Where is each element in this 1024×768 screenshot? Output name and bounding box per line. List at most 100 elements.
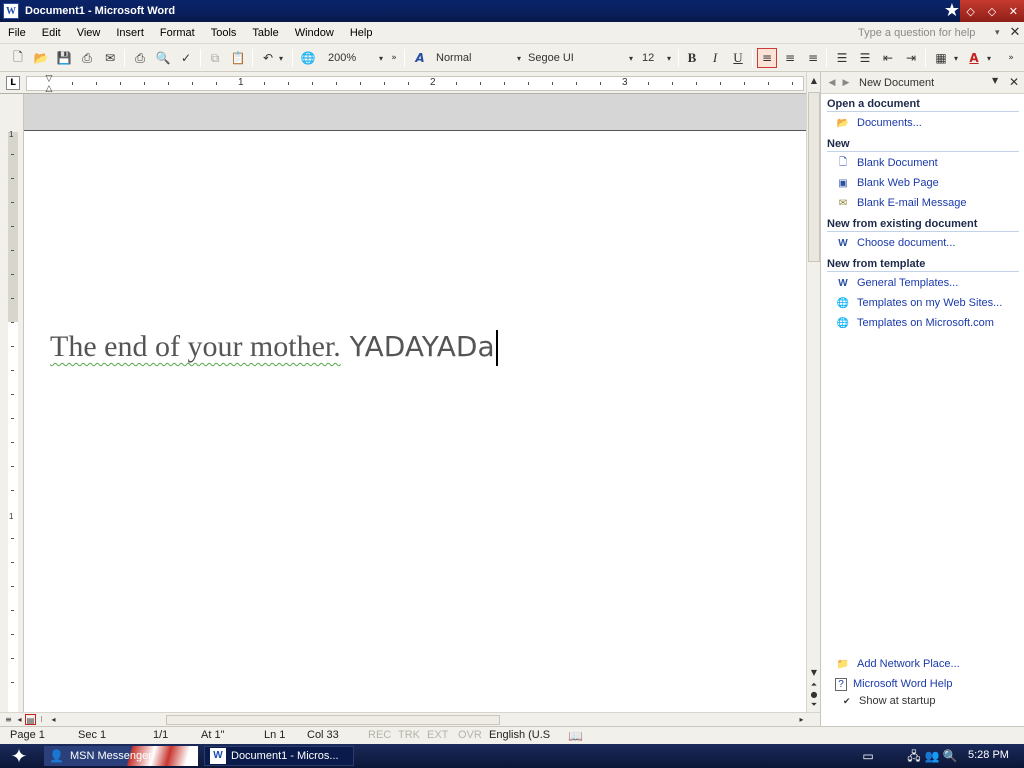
task-pane-title[interactable]: New Document xyxy=(859,77,934,89)
toolbar-options-icon[interactable]: » xyxy=(388,48,400,68)
italic-button[interactable]: I xyxy=(705,48,725,68)
link-word-help[interactable]: ? Microsoft Word Help xyxy=(835,675,952,693)
menu-bar: File Edit View Insert Format Tools Table… xyxy=(0,22,1024,44)
scroll-up-icon[interactable]: ▲ xyxy=(807,74,821,88)
font-select[interactable]: Segoe UI ▾ xyxy=(524,50,636,67)
print-preview-icon[interactable]: 🔍 xyxy=(153,48,173,68)
search-icon[interactable]: 🔍 xyxy=(942,748,958,764)
status-ovr[interactable]: OVR xyxy=(458,729,482,741)
scroll-thumb[interactable] xyxy=(808,92,820,262)
minimize-icon[interactable]: ◇ xyxy=(964,4,978,18)
link-general-templates[interactable]: W General Templates... xyxy=(835,274,958,292)
network-icon[interactable]: 🖧 xyxy=(906,748,922,764)
link-add-network-place[interactable]: 📁 Add Network Place... xyxy=(835,655,960,673)
link-documents[interactable]: 📂 Documents... xyxy=(835,114,922,132)
decrease-indent-icon[interactable]: ⇤ xyxy=(878,48,898,68)
email-icon[interactable]: ✉ xyxy=(100,48,120,68)
toolbar-more-icon[interactable]: » xyxy=(1004,48,1018,68)
task-pane-close-icon[interactable]: ✕ xyxy=(1009,75,1019,89)
page-top-margin xyxy=(24,94,806,131)
menu-view[interactable]: View xyxy=(69,22,109,44)
help-dropdown-icon[interactable]: ▾ xyxy=(995,24,1005,42)
bullets-icon[interactable]: ☰ xyxy=(855,48,875,68)
tab-selector[interactable]: L xyxy=(6,76,20,90)
save-icon[interactable]: 💾 xyxy=(54,48,74,68)
borders-icon[interactable]: ▦ xyxy=(931,48,951,68)
link-blank-document[interactable]: 🗋 Blank Document xyxy=(835,154,938,172)
status-language[interactable]: English (U.S xyxy=(489,729,550,741)
vertical-scrollbar[interactable]: ▲ ▼ ⏶ ● ⏷ xyxy=(806,72,820,712)
increase-indent-icon[interactable]: ⇥ xyxy=(901,48,921,68)
status-ext[interactable]: EXT xyxy=(427,729,448,741)
link-microsoft-templates[interactable]: 🌐 Templates on Microsoft.com xyxy=(835,314,994,332)
copy-icon[interactable]: ⧉ xyxy=(205,48,225,68)
messenger-tray-icon[interactable]: 👥 xyxy=(924,748,940,764)
document-area[interactable]: The end of your mother. YADAYADa xyxy=(24,94,806,712)
borders-dropdown-icon[interactable]: ▾ xyxy=(951,48,961,68)
bold-button[interactable]: B xyxy=(682,48,702,68)
underline-button[interactable]: U xyxy=(728,48,748,68)
spelling-icon[interactable]: ✓ xyxy=(176,48,196,68)
menu-edit[interactable]: Edit xyxy=(34,22,69,44)
menu-window[interactable]: Window xyxy=(287,22,342,44)
web-view-icon[interactable]: ◂ xyxy=(14,714,25,725)
next-page-icon[interactable]: ⏷ xyxy=(807,698,821,712)
show-at-startup-checkbox[interactable]: ✔ Show at startup xyxy=(843,695,935,707)
back-icon[interactable]: ◀ xyxy=(825,76,839,90)
indent-marker-icon[interactable]: ▽ △ xyxy=(44,74,54,94)
print-icon[interactable]: ⎙ xyxy=(130,48,150,68)
horizontal-scrollbar[interactable]: ≡ ◂ ▤ ⁝ ◂ ▸ xyxy=(0,712,820,726)
menu-tools[interactable]: Tools xyxy=(203,22,245,44)
taskbar-msn-messenger[interactable]: 👤 MSN Messenger xyxy=(44,746,198,766)
link-blank-web-page[interactable]: ▣ Blank Web Page xyxy=(835,174,938,192)
font-color-icon[interactable]: A xyxy=(964,48,984,68)
document-text[interactable]: The end of your mother. YADAYADa xyxy=(50,329,498,366)
font-color-dropdown-icon[interactable]: ▾ xyxy=(984,48,994,68)
taskbar-word-document[interactable]: W Document1 - Micros... xyxy=(204,746,354,766)
clock[interactable]: 5:28 PM xyxy=(968,749,1009,761)
link-web-site-templates[interactable]: 🌐 Templates on my Web Sites... xyxy=(835,294,1003,312)
menu-file[interactable]: File xyxy=(0,22,34,44)
style-select[interactable]: Normal ▾ xyxy=(432,50,524,67)
close-document-icon[interactable]: ✕ xyxy=(1008,24,1022,42)
title-bar: W Document1 - Microsoft Word ★ ◇ ◇ ✕ xyxy=(0,0,1024,22)
web-icon[interactable]: 🌐 xyxy=(298,48,318,68)
paste-icon[interactable]: 📋 xyxy=(228,48,248,68)
status-rec[interactable]: REC xyxy=(368,729,391,741)
undo-icon[interactable]: ↶ xyxy=(258,48,278,68)
word-app-icon[interactable]: W xyxy=(3,3,19,19)
styles-icon[interactable]: A xyxy=(410,48,430,68)
outline-view-icon[interactable]: ⁝ xyxy=(36,714,47,725)
hscroll-thumb[interactable] xyxy=(166,715,500,725)
status-column: Col 33 xyxy=(307,729,339,741)
restore-icon[interactable]: ◇ xyxy=(985,4,999,18)
menu-table[interactable]: Table xyxy=(244,22,286,44)
font-size-select[interactable]: 12 ▾ xyxy=(638,50,674,67)
permission-icon[interactable]: ⎙ xyxy=(77,48,97,68)
open-icon[interactable]: 📂 xyxy=(31,48,51,68)
menu-format[interactable]: Format xyxy=(152,22,203,44)
spelling-status-icon[interactable]: 📖 xyxy=(568,729,583,743)
align-center-icon[interactable]: ≡ xyxy=(780,48,800,68)
zoom-select[interactable]: 200% ▾ xyxy=(324,50,386,67)
menu-insert[interactable]: Insert xyxy=(108,22,152,44)
forward-icon[interactable]: ▶ xyxy=(839,76,853,90)
link-choose-document[interactable]: W Choose document... xyxy=(835,234,955,252)
link-blank-email[interactable]: ✉ Blank E-mail Message xyxy=(835,194,967,212)
scroll-left-icon[interactable]: ◂ xyxy=(48,714,59,725)
keyboard-icon[interactable]: ▭ xyxy=(860,748,876,764)
numbering-icon[interactable]: ☰ xyxy=(832,48,852,68)
undo-dropdown-icon[interactable]: ▾ xyxy=(276,48,286,68)
normal-view-icon[interactable]: ≡ xyxy=(3,714,14,725)
start-button[interactable]: ✦ xyxy=(2,745,36,767)
help-question-input[interactable]: Type a question for help xyxy=(852,24,998,42)
align-left-icon[interactable]: ≡ xyxy=(757,48,777,68)
print-view-icon[interactable]: ▤ xyxy=(25,714,36,725)
status-trk[interactable]: TRK xyxy=(398,729,420,741)
align-right-icon[interactable]: ≡ xyxy=(803,48,823,68)
task-pane-dropdown-icon[interactable]: ▼ xyxy=(992,76,998,85)
scroll-right-icon[interactable]: ▸ xyxy=(796,714,807,725)
new-document-icon[interactable]: 🗋 xyxy=(8,48,28,68)
close-icon[interactable]: ✕ xyxy=(1006,4,1020,18)
menu-help[interactable]: Help xyxy=(342,22,381,44)
